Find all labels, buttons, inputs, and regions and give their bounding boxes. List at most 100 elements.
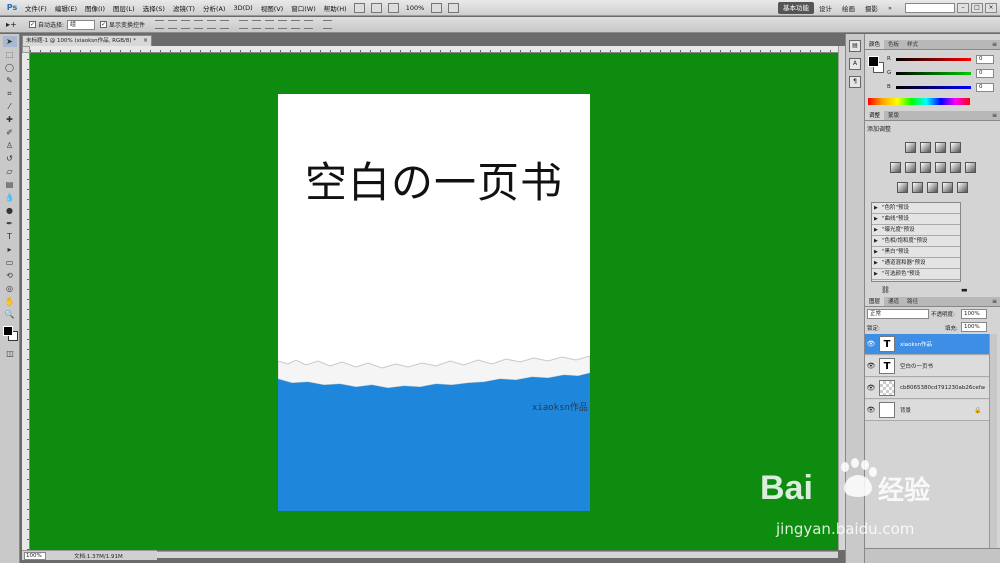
hue-saturation-icon[interactable]: [904, 162, 916, 173]
preset-levels[interactable]: "色阶"预设: [872, 203, 960, 214]
horizontal-ruler[interactable]: [30, 46, 838, 53]
invert-icon[interactable]: [897, 182, 908, 193]
tab-adjustments[interactable]: 调整: [865, 111, 885, 120]
preset-channel-mixer[interactable]: "通道混和器"预设: [872, 258, 960, 269]
menu-select[interactable]: 选择(S): [139, 3, 169, 13]
document-canvas[interactable]: 空白の一页书 xiaoksn作品: [278, 94, 590, 511]
visibility-eye-icon[interactable]: 👁: [865, 340, 877, 348]
align-bottom-icon[interactable]: [181, 20, 191, 29]
layer-row-title[interactable]: 👁 T 空白の一页书: [865, 356, 989, 377]
horizontal-scrollbar[interactable]: [157, 551, 838, 558]
layer-row-background[interactable]: 👁 背景 🔒: [865, 400, 989, 421]
move-tool-preset-icon[interactable]: ▸+: [6, 20, 24, 29]
distribute-bottom-icon[interactable]: [265, 20, 275, 29]
tab-styles[interactable]: 样式: [903, 40, 922, 49]
minibridge-icon[interactable]: [370, 2, 382, 13]
align-right-icon[interactable]: [220, 20, 230, 29]
screen-mode-icon[interactable]: [448, 2, 460, 13]
character-panel-icon[interactable]: A: [849, 58, 861, 70]
foreground-color-swatch[interactable]: [3, 326, 13, 336]
auto-select-dropdown[interactable]: 组: [67, 19, 96, 30]
blue-slider[interactable]: [896, 85, 971, 89]
help-search-input[interactable]: [905, 2, 955, 13]
history-brush-tool-icon[interactable]: ↺: [3, 153, 17, 164]
distribute-left-icon[interactable]: [278, 20, 288, 29]
menu-layer[interactable]: 图层(L): [109, 3, 139, 13]
align-left-icon[interactable]: [194, 20, 204, 29]
blend-mode-dropdown[interactable]: 正常: [867, 309, 929, 319]
adjustment-clip-icon[interactable]: ⛓: [881, 286, 890, 294]
visibility-eye-icon[interactable]: 👁: [865, 384, 877, 392]
vibrance-icon[interactable]: [889, 162, 901, 173]
align-vcenter-icon[interactable]: [168, 20, 178, 29]
threshold-icon[interactable]: [927, 182, 938, 193]
close-tab-icon[interactable]: ×: [143, 36, 148, 46]
menu-image[interactable]: 图像(I): [81, 3, 109, 13]
align-top-icon[interactable]: [155, 20, 165, 29]
distribute-vcenter-icon[interactable]: [252, 20, 262, 29]
tab-channels[interactable]: 通道: [884, 297, 903, 306]
adjustment-panel-options-icon[interactable]: ▬: [961, 286, 968, 294]
photo-filter-icon[interactable]: [949, 162, 961, 173]
crop-tool-icon[interactable]: ⌗: [3, 88, 17, 99]
layer-row-image[interactable]: 👁 cb8065380cd791230ab26cefad...: [865, 378, 989, 399]
black-white-icon[interactable]: [934, 162, 946, 173]
fill-input[interactable]: 100%: [961, 322, 987, 332]
quick-select-tool-icon[interactable]: ✎: [3, 75, 17, 86]
opacity-input[interactable]: 100%: [961, 309, 987, 319]
view-extras-icon[interactable]: [387, 2, 399, 13]
healing-brush-tool-icon[interactable]: ✚: [3, 114, 17, 125]
channel-mixer-icon[interactable]: [964, 162, 976, 173]
ruler-origin[interactable]: [22, 46, 30, 53]
brush-tool-icon[interactable]: ✐: [3, 127, 17, 138]
shape-tool-icon[interactable]: ▭: [3, 257, 17, 268]
brightness-contrast-icon[interactable]: [904, 142, 916, 153]
blue-value-input[interactable]: 0: [976, 82, 994, 92]
bridge-icon[interactable]: [353, 2, 365, 13]
distribute-hcenter-icon[interactable]: [291, 20, 301, 29]
menu-edit[interactable]: 编辑(E): [51, 3, 81, 13]
layers-scrollbar[interactable]: [989, 334, 997, 549]
lasso-tool-icon[interactable]: ◯: [3, 62, 17, 73]
preset-hue-saturation[interactable]: "色相/饱和度"预设: [872, 236, 960, 247]
color-spectrum-bar[interactable]: [868, 98, 970, 105]
panel-menu-icon[interactable]: ≡: [992, 111, 997, 121]
path-select-tool-icon[interactable]: ▸: [3, 244, 17, 255]
maximize-button[interactable]: □: [971, 2, 983, 13]
move-tool-icon[interactable]: ➤: [2, 36, 17, 47]
color-balance-icon[interactable]: [919, 162, 931, 173]
tab-masks[interactable]: 蒙版: [884, 111, 903, 120]
hand-tool-icon[interactable]: ✋: [3, 296, 17, 307]
menu-file[interactable]: 文件(F): [21, 3, 51, 13]
menu-analysis[interactable]: 分析(A): [199, 3, 230, 13]
menu-3d[interactable]: 3D(D): [229, 4, 256, 12]
posterize-icon[interactable]: [912, 182, 923, 193]
zoom-tool-icon[interactable]: 🔍: [3, 309, 17, 320]
red-value-input[interactable]: 0: [976, 54, 994, 64]
vertical-ruler[interactable]: [22, 53, 30, 550]
workspace-essentials[interactable]: 基本功能: [778, 1, 815, 14]
clone-stamp-tool-icon[interactable]: ♙: [3, 140, 17, 151]
history-panel-icon[interactable]: ▤: [849, 40, 861, 52]
tab-color[interactable]: 颜色: [865, 40, 885, 49]
eraser-tool-icon[interactable]: ▱: [3, 166, 17, 177]
workspace-photography[interactable]: 摄影: [860, 3, 883, 13]
distribute-top-icon[interactable]: [239, 20, 249, 29]
zoom-level[interactable]: 100%: [402, 4, 429, 12]
document-tab[interactable]: 未标题-1 @ 100% (xiaoksn作品, RGB/8) * ×: [22, 35, 152, 46]
close-button[interactable]: ×: [985, 2, 997, 13]
auto-select-checkbox[interactable]: ✓: [29, 21, 36, 28]
document-size-info[interactable]: 文档:1.37M/1.91M: [74, 552, 123, 560]
blur-tool-icon[interactable]: 💧: [3, 192, 17, 203]
panel-menu-icon[interactable]: ≡: [992, 40, 997, 50]
curves-icon[interactable]: [934, 142, 946, 153]
menu-filter[interactable]: 滤镜(T): [169, 3, 199, 13]
preset-exposure[interactable]: "曝光度"预设: [872, 225, 960, 236]
gradient-tool-icon[interactable]: ▤: [3, 179, 17, 190]
visibility-eye-icon[interactable]: 👁: [865, 406, 877, 414]
arrange-documents-icon[interactable]: [431, 2, 443, 13]
tab-swatches[interactable]: 色板: [884, 40, 903, 49]
3d-rotate-tool-icon[interactable]: ⟲: [3, 270, 17, 281]
tab-paths[interactable]: 路径: [903, 297, 922, 306]
preset-curves[interactable]: "曲线"预设: [872, 214, 960, 225]
